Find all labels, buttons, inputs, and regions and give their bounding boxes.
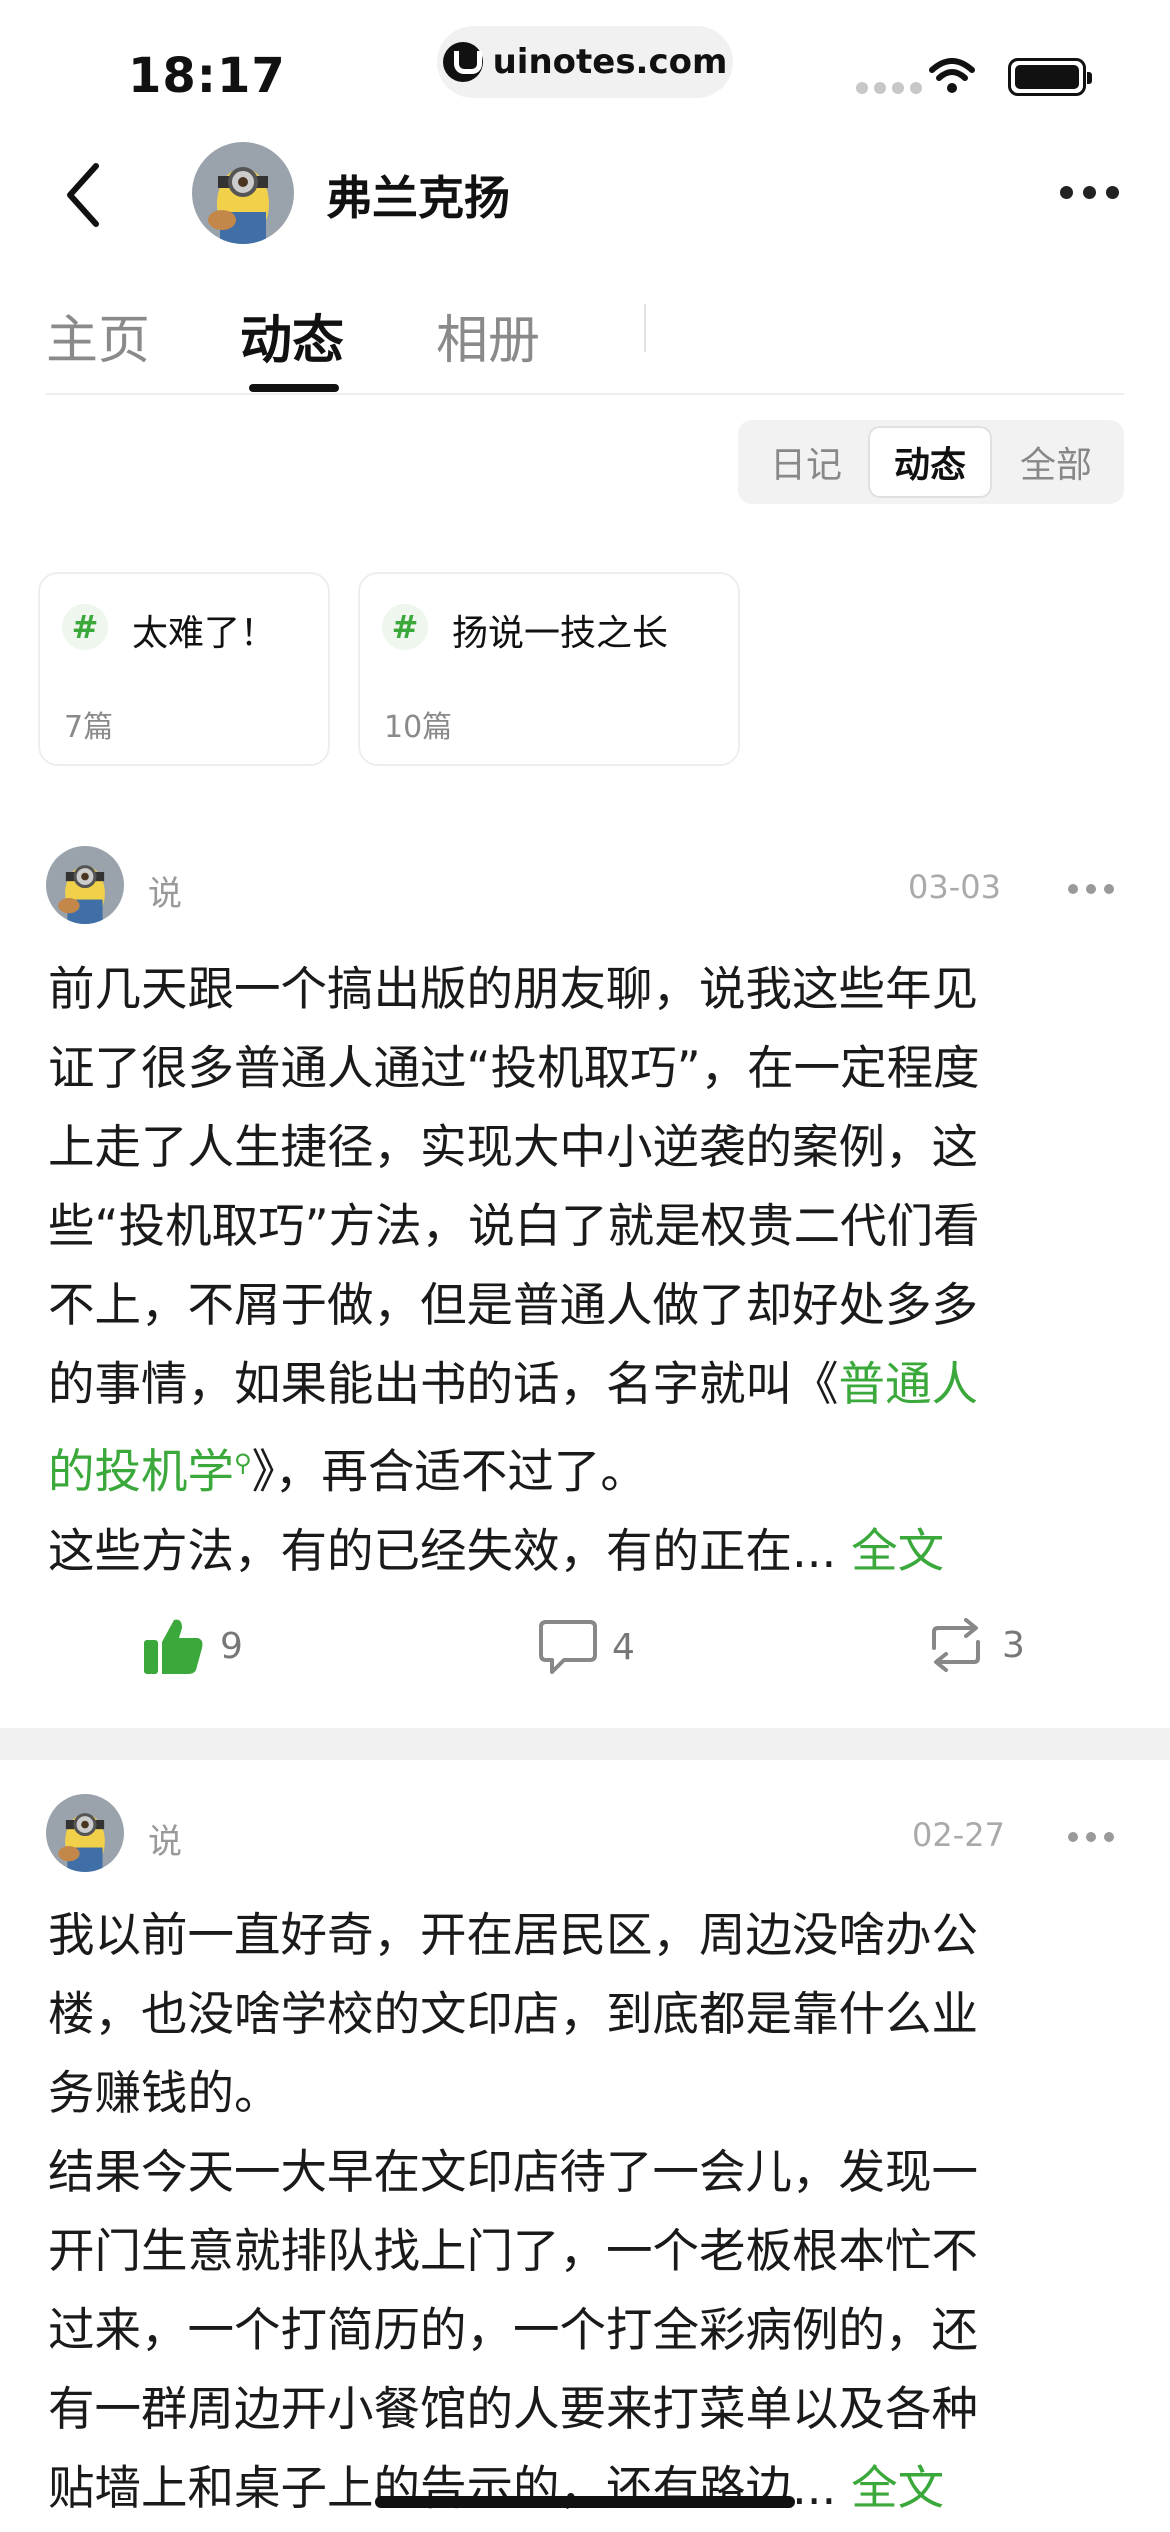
profile-name: 弗兰克扬 <box>326 171 510 225</box>
post-line: 的事情，如果能出书的话，名字就叫《普通人 <box>48 1345 1128 1424</box>
post-date: 02-27 <box>912 1816 1005 1854</box>
hashtag-icon: # <box>382 604 428 650</box>
comment-count: 4 <box>612 1626 635 1668</box>
profile-header: 弗兰克扬 <box>0 130 1170 260</box>
post-line: 上走了人生捷径，实现大中小逆袭的案例，这 <box>48 1120 978 1174</box>
post-line: 这些方法，有的已经失效，有的正在... 全文 <box>48 1512 1128 1591</box>
topic-name: 扬说一技之长 <box>452 613 669 654</box>
tab-divider <box>644 304 646 352</box>
filter-all[interactable]: 全部 <box>994 426 1118 498</box>
post-more-icon[interactable] <box>1068 1832 1114 1842</box>
post-line: 贴墙上和桌子上的告示的，还有路边... 全文 <box>48 2449 1128 2528</box>
post-line: 结果今天一大早在文印店待了一会儿，发现一 <box>48 2145 978 2199</box>
battery-icon <box>1008 58 1092 96</box>
post-line-text: 的事情，如果能出书的话，名字就叫《 <box>48 1357 839 1411</box>
back-arrow-icon[interactable] <box>60 160 110 230</box>
full-text-link[interactable]: 全文 <box>851 2461 944 2515</box>
post-line: 证了很多普通人通过“投机取巧”，在一定程度 <box>48 1041 980 1095</box>
comment-icon <box>539 1620 597 1674</box>
filter-diary[interactable]: 日记 <box>744 426 868 498</box>
url-pill[interactable]: uinotes.com <box>437 26 733 98</box>
post-line-text: 》，再合适不过了。 <box>251 1444 647 1499</box>
post-line: 开门生意就排队找上门了，一个老板根本忙不 <box>48 2224 978 2278</box>
full-text-link[interactable]: 全文 <box>851 1524 944 1578</box>
post-line: 楼，也没啥学校的文印店，到底都是靠什么业 <box>48 1987 978 2041</box>
tab-home[interactable]: 主页 <box>46 298 150 373</box>
post-line: 有一群周边开小餐馆的人要来打菜单以及各种 <box>48 2382 978 2436</box>
status-bar: 18:17 uinotes.com <box>0 0 1170 130</box>
active-tab-indicator <box>249 384 339 392</box>
more-options-icon[interactable] <box>1060 186 1119 199</box>
content-filter: 日记 动态 全部 <box>738 420 1124 504</box>
url-text: uinotes.com <box>492 42 728 82</box>
topic-count: 7篇 <box>64 710 114 745</box>
post-line: 我以前一直好奇，开在居民区，周边没啥办公 <box>48 1908 978 1962</box>
search-icon[interactable]: ⚲ <box>234 1449 252 1477</box>
cellular-signal-icon <box>856 82 922 94</box>
topic-count: 10篇 <box>384 710 453 745</box>
status-time: 18:17 <box>128 48 286 104</box>
post-line: 务赚钱的。 <box>48 2066 281 2120</box>
repost-icon <box>932 1618 980 1672</box>
repost-button[interactable]: 3 <box>924 1618 1025 1672</box>
home-indicator[interactable] <box>375 2496 795 2508</box>
book-title-link[interactable]: 普通人 <box>839 1357 979 1411</box>
tab-album[interactable]: 相册 <box>436 298 540 373</box>
post-line: 过来，一个打简历的，一个打全彩病例的，还 <box>48 2303 978 2357</box>
like-button[interactable]: 9 <box>142 1616 243 1676</box>
tab-moments[interactable]: 动态 <box>240 298 344 373</box>
post-line-text: 这些方法，有的已经失效，有的正在... <box>48 1523 837 1578</box>
post-line: 前几天跟一个搞出版的朋友聊，说我这些年见 <box>48 962 978 1016</box>
filter-moments[interactable]: 动态 <box>868 426 992 498</box>
post-avatar[interactable] <box>46 846 124 924</box>
post-type-label: 说 <box>148 1822 182 1862</box>
topic-name: 太难了！ <box>132 613 277 654</box>
wifi-icon <box>929 58 975 93</box>
post-line: 些“投机取巧”方法，说白了就是权贵二代们看 <box>48 1199 980 1253</box>
topic-card[interactable]: # 太难了！ 7篇 <box>38 572 330 766</box>
post-avatar[interactable] <box>46 1794 124 1872</box>
topic-card[interactable]: # 扬说一技之长 10篇 <box>358 572 740 766</box>
post-line: 的投机学⚲》，再合适不过了。 <box>48 1424 1128 1512</box>
profile-avatar[interactable] <box>192 142 294 244</box>
thumbs-up-icon <box>144 1619 203 1674</box>
like-count: 9 <box>220 1625 243 1667</box>
profile-tabs: 主页 动态 相册 <box>46 290 1124 395</box>
hashtag-icon: # <box>62 604 108 650</box>
post-text[interactable]: 前几天跟一个搞出版的朋友聊，说我这些年见 证了很多普通人通过“投机取巧”，在一定… <box>48 950 1128 1591</box>
repost-count: 3 <box>1002 1624 1025 1666</box>
post-type-label: 说 <box>148 874 182 914</box>
post-line: 不上，不屑于做，但是普通人做了却好处多多 <box>48 1278 978 1332</box>
post-more-icon[interactable] <box>1068 884 1114 894</box>
post-date: 03-03 <box>908 868 1001 906</box>
section-divider <box>0 1728 1170 1760</box>
comment-button[interactable]: 4 <box>538 1618 635 1676</box>
uinotes-logo-icon <box>442 42 483 82</box>
post-text[interactable]: 我以前一直好奇，开在居民区，周边没啥办公 楼，也没啥学校的文印店，到底都是靠什么… <box>48 1896 1128 2528</box>
book-title-link[interactable]: 的投机学 <box>48 1445 234 1499</box>
